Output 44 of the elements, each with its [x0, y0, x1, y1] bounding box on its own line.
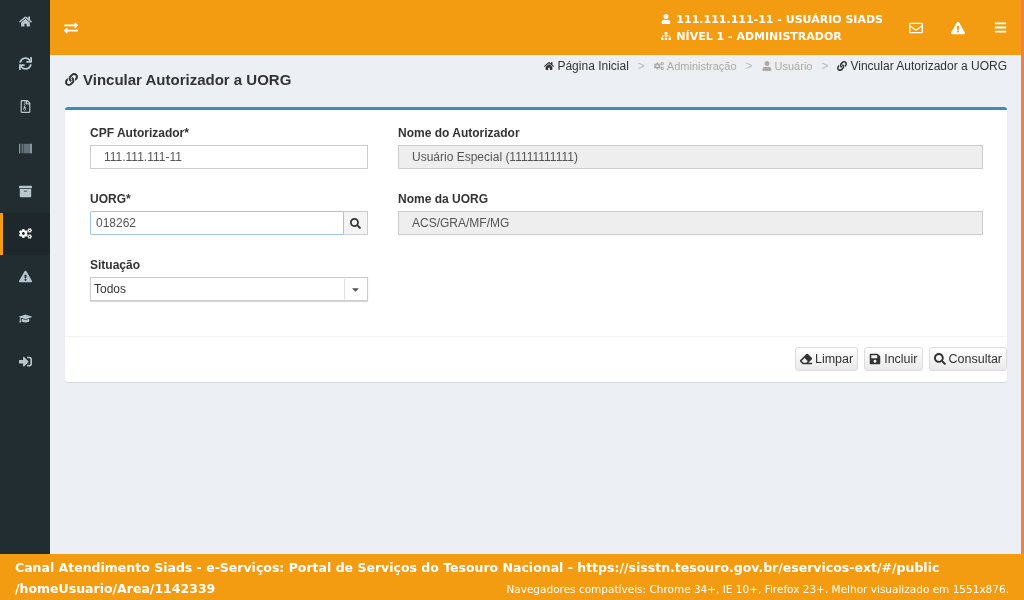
footer-text: /homeUsuario/Area/1142339	[15, 580, 216, 598]
gears-icon	[18, 227, 32, 241]
input-field[interactable]: Usuário Especial (11111111111)	[398, 145, 983, 169]
home-icon	[18, 14, 32, 28]
home-icon	[544, 61, 555, 71]
user-icon	[761, 61, 772, 71]
footer-text: Canal Atendimento Siads - e-Serviços: Portal de Serviços do Tesouro Nacional - https://sisstn.tesouro.gov.br/eservicos-ext/#/public	[15, 559, 941, 577]
input-field[interactable]: ACS/GRA/MF/MG	[398, 211, 983, 235]
input-field[interactable]: 111.111.111-11	[90, 145, 368, 169]
breadcrumb-separator: >	[637, 59, 645, 73]
input-field[interactable]: 018262	[90, 211, 345, 235]
barcode-icon	[18, 142, 32, 156]
refresh-icon	[18, 57, 32, 71]
file-icon	[18, 99, 32, 113]
page-title: Vincular Autorizador a UORG	[83, 71, 292, 88]
action-button[interactable]: Limpar	[794, 347, 859, 371]
field-label: Nome do Autorizador	[398, 126, 521, 140]
browser-note: Navegadores compatíveis: Chrome 34+, IE 10+, Firefox 23+. Melhor visualizado em 1551x876.	[506, 582, 1009, 595]
sign-in-icon	[18, 354, 32, 368]
eraser-icon	[799, 353, 812, 365]
link-icon	[837, 61, 848, 71]
action-button[interactable]: Incluir	[864, 347, 923, 371]
link-icon	[65, 73, 78, 86]
select-field[interactable]: Todos	[90, 277, 368, 301]
sidebar-item[interactable]	[0, 212, 50, 255]
user-name: 111.111.111-11 - USUÁRIO SIADS	[676, 12, 883, 26]
field-label: Situação	[90, 258, 141, 272]
search-icon	[350, 217, 362, 229]
breadcrumb-separator: >	[821, 59, 829, 73]
field-label: CPF Autorizador*	[90, 126, 190, 140]
sitemap-icon	[661, 31, 672, 41]
search-button[interactable]	[344, 211, 368, 235]
field-label: Nome da UORG	[398, 192, 489, 206]
user-level: NÍVEL 1 - ADMINISTRADOR	[676, 29, 842, 43]
warning-icon	[18, 269, 32, 283]
action-button[interactable]: Consultar	[928, 347, 1007, 371]
search-icon	[933, 353, 946, 365]
breadcrumb-link[interactable]: Vincular Autorizador a UORG	[850, 59, 1007, 73]
field-label: UORG*	[90, 192, 132, 206]
user-icon	[661, 14, 672, 24]
breadcrumb-separator: >	[745, 59, 753, 73]
breadcrumb-link[interactable]: Página Inicial	[557, 59, 629, 73]
archive-icon	[18, 184, 32, 198]
gears-icon	[653, 61, 664, 71]
